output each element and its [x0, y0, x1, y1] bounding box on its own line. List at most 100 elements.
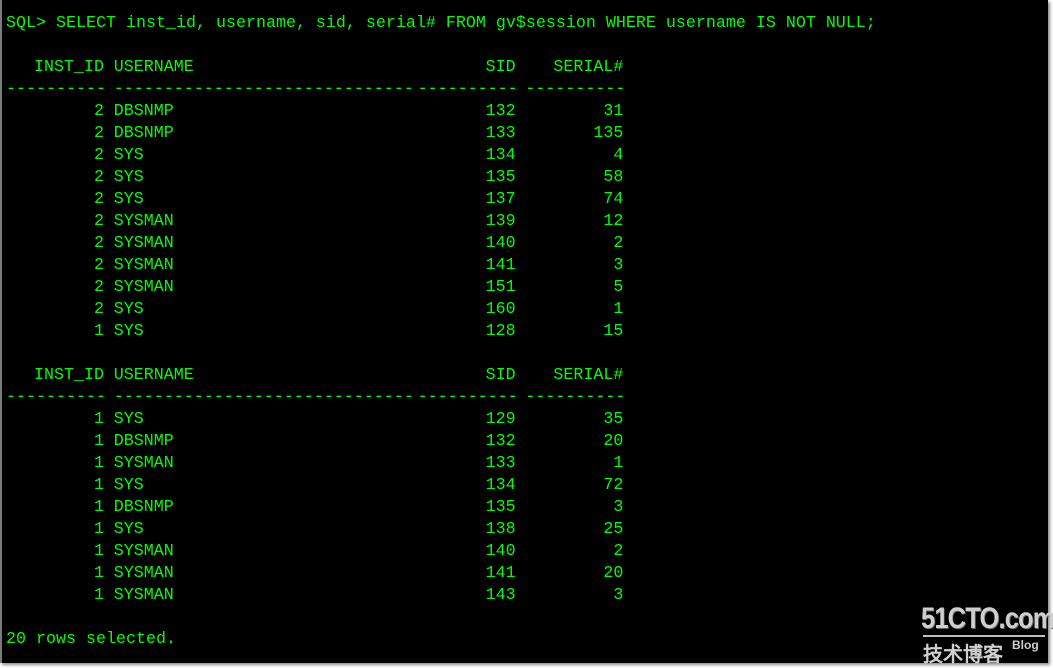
cell-sid: 129 [485, 410, 516, 429]
cell-inst-id: 2 [94, 212, 104, 231]
table-row: 1 SYS 138 25 [6, 519, 633, 541]
cell-sid: 135 [485, 168, 516, 187]
cell-username: SYS [113, 410, 144, 429]
table-row: 2 SYSMAN 139 12 [6, 211, 633, 233]
table-row: 2 SYS 160 1 [6, 299, 633, 321]
cell-inst-id: INST_ID [34, 366, 104, 385]
cell-serial: 5 [613, 278, 624, 297]
rows-selected-status: 20 rows selected. [6, 630, 176, 649]
cell-username: SYSMAN [113, 454, 174, 473]
table-row: 1 SYS 134 72 [6, 475, 633, 497]
cell-serial: SERIAL# [553, 366, 624, 385]
table-row: 2 SYS 135 58 [6, 167, 633, 189]
cell-serial: SERIAL# [553, 58, 624, 77]
cell-serial: 31 [603, 102, 624, 121]
cell-sid: 141 [485, 256, 516, 275]
table-row: 2 SYSMAN 140 2 [6, 233, 633, 255]
cell-sid: ---------- [417, 80, 518, 99]
cell-sid: 134 [485, 476, 516, 495]
table-row: 2 DBSNMP 132 31 [6, 101, 633, 123]
cell-username: SYS [113, 520, 144, 539]
cell-inst-id: 2 [94, 168, 104, 187]
cell-sid: 128 [485, 322, 516, 341]
table-row: 1 SYS 128 15 [6, 321, 633, 343]
watermark-divider [923, 635, 1045, 637]
cell-username: SYS [113, 190, 144, 209]
table-row: 1 SYSMAN 140 2 [6, 541, 633, 563]
table-row: 1 DBSNMP 132 20 [6, 431, 633, 453]
cell-username: SYS [113, 322, 144, 341]
terminal-window[interactable]: SQL> SELECT inst_id, username, sid, seri… [0, 0, 1053, 666]
watermark-subtitle-cn: 技术博客 [923, 642, 1003, 666]
cell-serial: 3 [613, 256, 624, 275]
command-line: SQL> SELECT inst_id, username, sid, seri… [6, 13, 876, 35]
cell-sid: 132 [485, 102, 516, 121]
table-row: 1 SYSMAN 141 20 [6, 563, 633, 585]
cell-username: SYS [113, 476, 144, 495]
cell-serial: 15 [603, 322, 624, 341]
table-row: 2 SYSMAN 151 5 [6, 277, 633, 299]
table-row: 2 SYS 134 4 [6, 145, 633, 167]
cell-sid: ---------- [417, 388, 518, 407]
cell-inst-id: 2 [94, 256, 104, 275]
cell-username: SYS [113, 300, 144, 319]
cell-inst-id: 1 [94, 586, 104, 605]
cell-serial: 4 [613, 146, 624, 165]
cell-serial: 2 [613, 542, 624, 561]
cell-inst-id: 1 [94, 542, 104, 561]
cell-username: SYS [113, 168, 144, 187]
cell-inst-id: 1 [94, 498, 104, 517]
cell-serial: 12 [603, 212, 624, 231]
cell-inst-id: 2 [94, 190, 104, 209]
cell-username: DBSNMP [113, 498, 174, 517]
site-watermark: 51CTO.com 技术博客 Blog [917, 600, 1053, 666]
cell-username: ------------------------------ [113, 388, 414, 407]
cell-inst-id: 2 [94, 146, 104, 165]
cell-sid: 141 [485, 564, 516, 583]
cell-inst-id: ---------- [6, 388, 106, 407]
cell-serial: 58 [603, 168, 624, 187]
cell-inst-id: 2 [94, 124, 104, 143]
table-row: 1 SYSMAN 143 3 [6, 585, 633, 607]
cell-username: SYSMAN [113, 586, 174, 605]
cell-serial: 1 [613, 454, 624, 473]
cell-sid: 135 [485, 498, 516, 517]
cell-serial: 74 [603, 190, 624, 209]
table-row: 1 SYSMAN 133 1 [6, 453, 633, 475]
cell-inst-id: 1 [94, 454, 104, 473]
cell-sid: 140 [485, 234, 516, 253]
cell-sid: 133 [485, 124, 516, 143]
cell-sid: 143 [485, 586, 516, 605]
cell-username: SYSMAN [113, 256, 174, 275]
cell-sid: 133 [485, 454, 516, 473]
cell-username: USERNAME [113, 58, 194, 77]
cell-username: DBSNMP [113, 124, 174, 143]
watermark-subtitle-en: Blog [1012, 638, 1039, 652]
cell-inst-id: 1 [94, 410, 104, 429]
cell-serial: 135 [593, 124, 624, 143]
cell-inst-id: 1 [94, 476, 104, 495]
cell-username: DBSNMP [113, 102, 174, 121]
cell-username: SYSMAN [113, 234, 174, 253]
column-header-row: INST_ID USERNAME SID SERIAL# [6, 57, 633, 79]
cell-username: SYSMAN [113, 278, 174, 297]
cell-sid: 140 [485, 542, 516, 561]
cell-inst-id: 1 [94, 322, 104, 341]
cell-serial: 72 [603, 476, 624, 495]
cell-sid: 139 [485, 212, 516, 231]
table-row: 1 DBSNMP 135 3 [6, 497, 633, 519]
sql-command: SELECT inst_id, username, sid, serial# F… [55, 14, 876, 33]
cell-username: SYSMAN [113, 212, 174, 231]
cell-sid: SID [485, 58, 516, 77]
cell-sid: 134 [485, 146, 516, 165]
cell-username: SYSMAN [113, 564, 174, 583]
cell-username: SYS [113, 146, 144, 165]
cell-serial: 2 [613, 234, 624, 253]
cell-inst-id: 1 [94, 432, 104, 451]
cell-inst-id: 2 [94, 300, 104, 319]
header-separator-row: ---------- ------------------------------… [6, 79, 633, 101]
cell-serial: 25 [603, 520, 624, 539]
table-row: 2 SYSMAN 141 3 [6, 255, 633, 277]
table-row: 2 SYS 137 74 [6, 189, 633, 211]
watermark-logo-text: 51CTO.com [921, 602, 1053, 635]
